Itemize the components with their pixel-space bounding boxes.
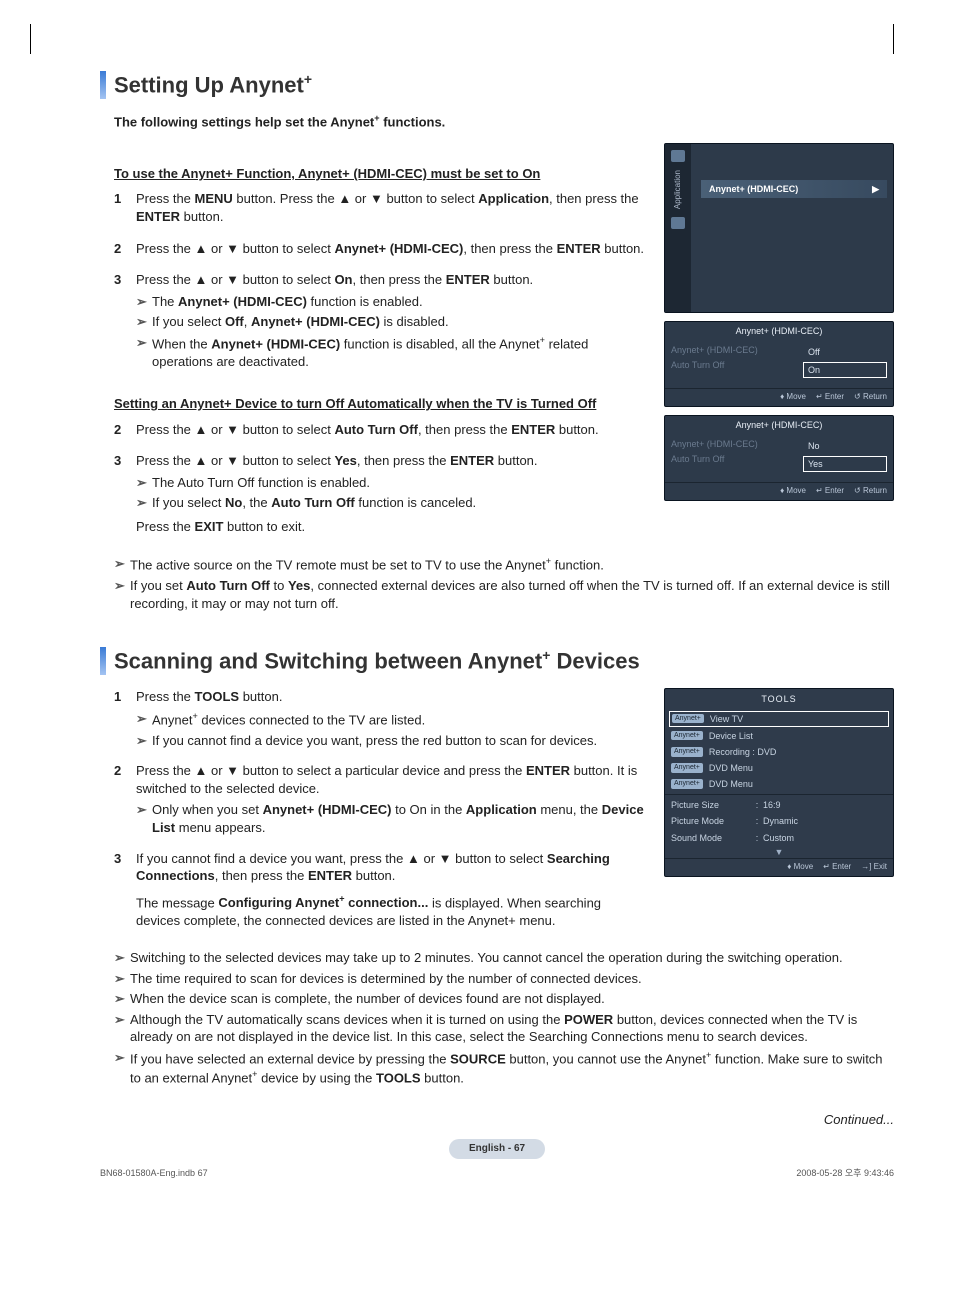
bullet-arrow-icon: ➢ <box>114 949 130 967</box>
osd-enter-hint: ↵ Enter <box>816 486 844 497</box>
bullet-arrow-icon: ➢ <box>136 494 152 512</box>
osd-enter-hint: ↵ Enter <box>816 392 844 403</box>
tools-row-recording: Anynet+Recording : DVD <box>665 744 893 760</box>
steps-list-2: 2Press the ▲ or ▼ button to select Auto … <box>114 421 646 540</box>
step-2: 2Press the ▲ or ▼ button to select Anyne… <box>114 240 646 262</box>
step-1: 1Press the MENU button. Press the ▲ or ▼… <box>114 190 646 229</box>
osd-auto-turn-off: Anynet+ (HDMI-CEC) Anynet+ (HDMI-CEC)Aut… <box>664 415 894 501</box>
osd-hdmi-cec-off-on: Anynet+ (HDMI-CEC) Anynet+ (HDMI-CEC)Aut… <box>664 321 894 407</box>
heading-setting-up: Setting Up Anynet+ <box>114 70 312 100</box>
chevron-down-icon: ▼ <box>665 846 893 858</box>
osd-sidebar-label: Application <box>673 170 684 209</box>
step-b2: 2Press the ▲ or ▼ button to select Auto … <box>114 421 646 443</box>
osd-move-hint: ♦ Move <box>780 392 806 403</box>
chevron-right-icon: ▶ <box>872 183 879 195</box>
step-b3: 3 Press the ▲ or ▼ button to select Yes,… <box>114 452 646 539</box>
osd-option-on: On <box>803 362 887 378</box>
bullet-arrow-icon: ➢ <box>114 1011 130 1046</box>
bullet-arrow-icon: ➢ <box>136 474 152 492</box>
tools-row-device-list: Anynet+Device List <box>665 728 893 744</box>
section-heading: Scanning and Switching between Anynet+ D… <box>100 646 894 676</box>
crop-mark <box>893 24 894 54</box>
scan-step-1: 1 Press the TOOLS button. ➢Anynet+ devic… <box>114 688 646 752</box>
print-footer: BN68-01580A-Eng.indb 67 2008-05-28 오후 9:… <box>100 1167 894 1179</box>
tools-row-dvd-menu-2: Anynet+DVD Menu <box>665 776 893 792</box>
osd-move-hint: ♦ Move <box>787 862 813 873</box>
bullet-arrow-icon: ➢ <box>114 1049 130 1087</box>
osd-tools-menu: TOOLS Anynet+View TV Anynet+Device List … <box>664 688 894 876</box>
heading-accent-bar <box>100 71 106 99</box>
heading-accent-bar <box>100 647 106 675</box>
bullet-arrow-icon: ➢ <box>136 710 152 729</box>
crop-mark <box>30 24 31 54</box>
bullet-arrow-icon: ➢ <box>114 555 130 574</box>
section-heading: Setting Up Anynet+ <box>100 70 894 100</box>
page: Setting Up Anynet+ The following setting… <box>100 70 894 1179</box>
bullet-arrow-icon: ➢ <box>136 732 152 750</box>
bullet-arrow-icon: ➢ <box>136 313 152 331</box>
bullet-arrow-icon: ➢ <box>136 293 152 311</box>
osd-selected-row: Anynet+ (HDMI-CEC)▶ <box>701 180 887 198</box>
notes-list-a: ➢The active source on the TV remote must… <box>114 555 894 612</box>
scan-step-2: 2 Press the ▲ or ▼ button to select a pa… <box>114 762 646 839</box>
osd-application-screen: Application Anynet+ (HDMI-CEC)▶ <box>664 143 894 313</box>
tools-row-view-tv: Anynet+View TV <box>669 711 889 727</box>
tools-row-dvd-menu: Anynet+DVD Menu <box>665 760 893 776</box>
bullet-arrow-icon: ➢ <box>114 970 130 988</box>
osd-move-hint: ♦ Move <box>780 486 806 497</box>
tools-kv-picture-mode: Picture Mode:Dynamic <box>665 813 893 829</box>
osd-option-yes: Yes <box>803 456 887 472</box>
notes-list-b: ➢Switching to the selected devices may t… <box>114 949 894 1086</box>
heading-scanning: Scanning and Switching between Anynet+ D… <box>114 646 640 676</box>
osd-return-hint: ↺ Return <box>854 392 887 403</box>
footer-left: BN68-01580A-Eng.indb 67 <box>100 1167 208 1179</box>
step-3: 3 Press the ▲ or ▼ button to select On, … <box>114 271 646 373</box>
osd-app-icon <box>671 217 685 229</box>
osd-exit-hint: →] Exit <box>861 862 887 873</box>
steps-list-1: 1Press the MENU button. Press the ▲ or ▼… <box>114 190 646 373</box>
bullet-arrow-icon: ➢ <box>136 334 152 370</box>
steps-list-scan: 1 Press the TOOLS button. ➢Anynet+ devic… <box>114 688 646 933</box>
continued-label: Continued... <box>100 1111 894 1129</box>
bullet-arrow-icon: ➢ <box>136 801 152 836</box>
tools-kv-picture-size: Picture Size:16:9 <box>665 797 893 813</box>
bullet-arrow-icon: ➢ <box>114 577 130 612</box>
osd-option-no: No <box>803 438 887 454</box>
osd-return-hint: ↺ Return <box>854 486 887 497</box>
osd-option-off: Off <box>803 344 887 360</box>
tools-kv-sound-mode: Sound Mode:Custom <box>665 830 893 846</box>
intro-text: The following settings help set the Anyn… <box>114 112 894 131</box>
bullet-arrow-icon: ➢ <box>114 990 130 1008</box>
page-number: English - 67 <box>100 1138 894 1159</box>
footer-right: 2008-05-28 오후 9:43:46 <box>796 1167 894 1179</box>
subheading-use-anynet: To use the Anynet+ Function, Anynet+ (HD… <box>114 165 646 183</box>
scan-step-3: 3 If you cannot find a device you want, … <box>114 850 646 934</box>
osd-settings-icon <box>671 150 685 162</box>
osd-enter-hint: ↵ Enter <box>823 862 851 873</box>
subheading-auto-turn-off: Setting an Anynet+ Device to turn Off Au… <box>114 395 646 413</box>
